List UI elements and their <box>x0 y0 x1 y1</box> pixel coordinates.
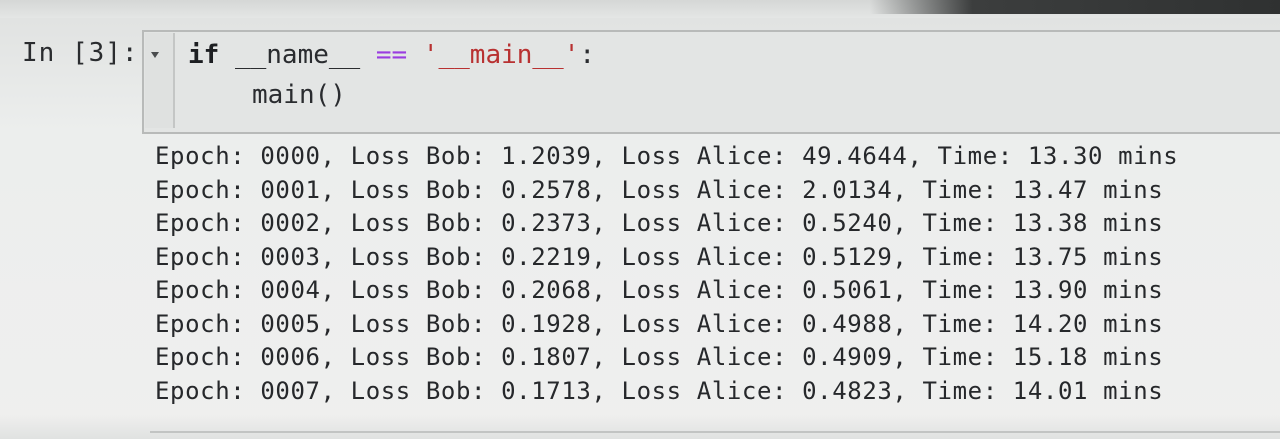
output-line: Epoch: 0005, Loss Bob: 0.1928, Loss Alic… <box>155 309 1164 338</box>
output-line: Epoch: 0003, Loss Bob: 0.2219, Loss Alic… <box>155 242 1164 271</box>
output-line: Epoch: 0004, Loss Bob: 0.2068, Loss Alic… <box>155 276 1164 304</box>
output-line: Epoch: 0001, Loss Bob: 0.2578, Loss Alic… <box>155 175 1164 204</box>
colon: : <box>579 40 596 70</box>
output-line: Epoch: 0000, Loss Bob: 1.2039, Loss Alic… <box>155 142 1179 170</box>
name-dunder: __name__ <box>234 40 361 70</box>
output-line: Epoch: 0006, Loss Bob: 0.1807, Loss Alic… <box>155 343 1164 371</box>
output-divider <box>150 431 1280 433</box>
main-string: '__main__' <box>422 40 580 70</box>
collapse-arrow-icon[interactable] <box>151 52 159 58</box>
toolbar-dark-region <box>870 0 1280 14</box>
output-line: Epoch: 0002, Loss Bob: 0.2373, Loss Alic… <box>155 209 1164 237</box>
main-call: main() <box>252 80 346 110</box>
cell-output: Epoch: 0000, Loss Bob: 1.2039, Loss Alic… <box>155 140 1178 408</box>
input-prompt: In [3]: <box>22 38 139 68</box>
output-line: Epoch: 0007, Loss Bob: 0.1713, Loss Alic… <box>155 376 1164 405</box>
notebook-page: In [3]: if __name__ == '__main__': main(… <box>0 0 1280 439</box>
code-line-call[interactable]: main() <box>252 80 346 110</box>
cell-collapser[interactable] <box>145 33 175 128</box>
keyword-if: if <box>188 40 220 70</box>
equality-operator: == <box>375 40 408 70</box>
code-line-if[interactable]: if __name__ == '__main__': <box>188 40 595 70</box>
bottom-shade <box>0 415 1280 439</box>
